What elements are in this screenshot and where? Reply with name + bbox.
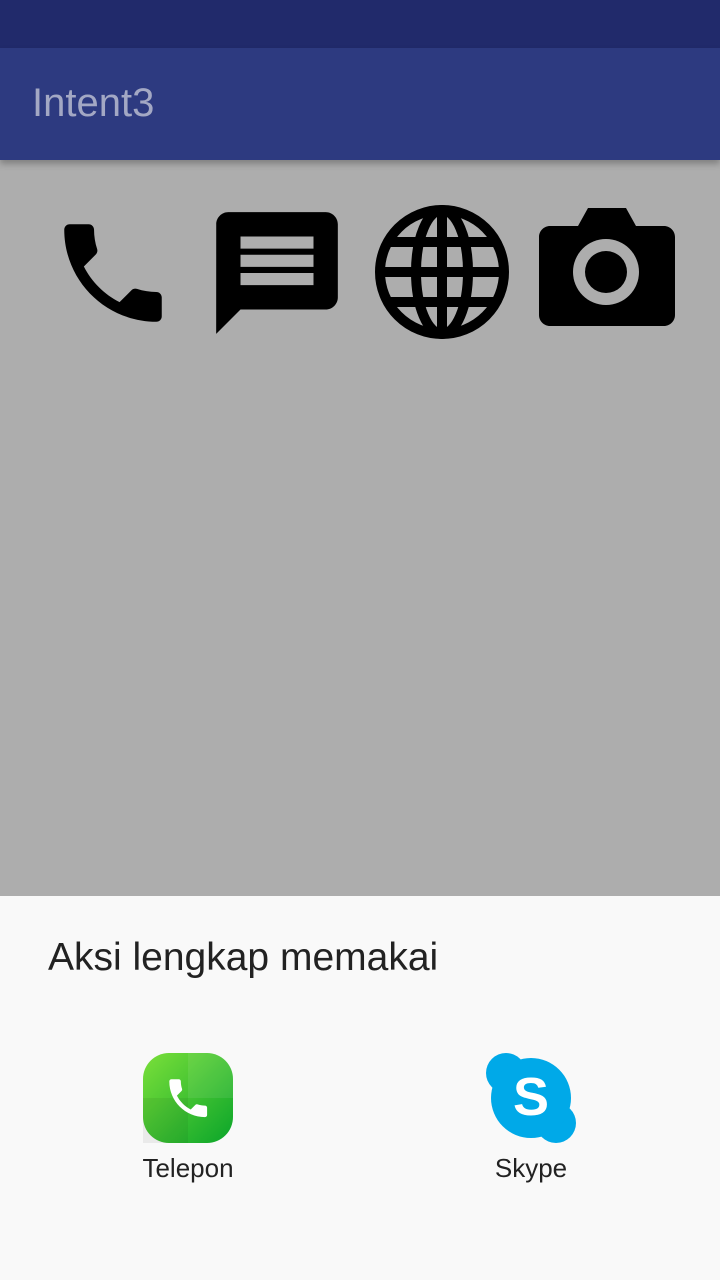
phone-icon	[64, 224, 162, 322]
app-option-skype[interactable]: S Skype	[431, 1051, 631, 1184]
telepon-app-icon	[141, 1051, 235, 1145]
camera-icon	[539, 208, 675, 326]
app-label-telepon: Telepon	[142, 1153, 234, 1183]
phone-button[interactable]	[48, 208, 178, 338]
app-option-telepon[interactable]: Telepon	[88, 1051, 288, 1184]
app-title: Intent3	[32, 81, 155, 125]
app-bar: Intent3	[0, 48, 720, 160]
chooser-title: Aksi lengkap memakai	[48, 936, 439, 979]
globe-icon	[375, 205, 509, 339]
app-label-skype: Skype	[494, 1153, 568, 1183]
message-icon	[216, 212, 338, 334]
skype-app-icon: S	[484, 1051, 578, 1145]
status-bar	[0, 0, 720, 48]
chooser-sheet: Aksi lengkap memakai Telepon S Skype	[0, 896, 720, 1280]
main-content	[0, 160, 720, 896]
svg-text:S: S	[513, 1067, 549, 1127]
browser-button[interactable]	[374, 204, 510, 340]
message-button[interactable]	[204, 200, 350, 346]
camera-button[interactable]	[538, 204, 676, 328]
